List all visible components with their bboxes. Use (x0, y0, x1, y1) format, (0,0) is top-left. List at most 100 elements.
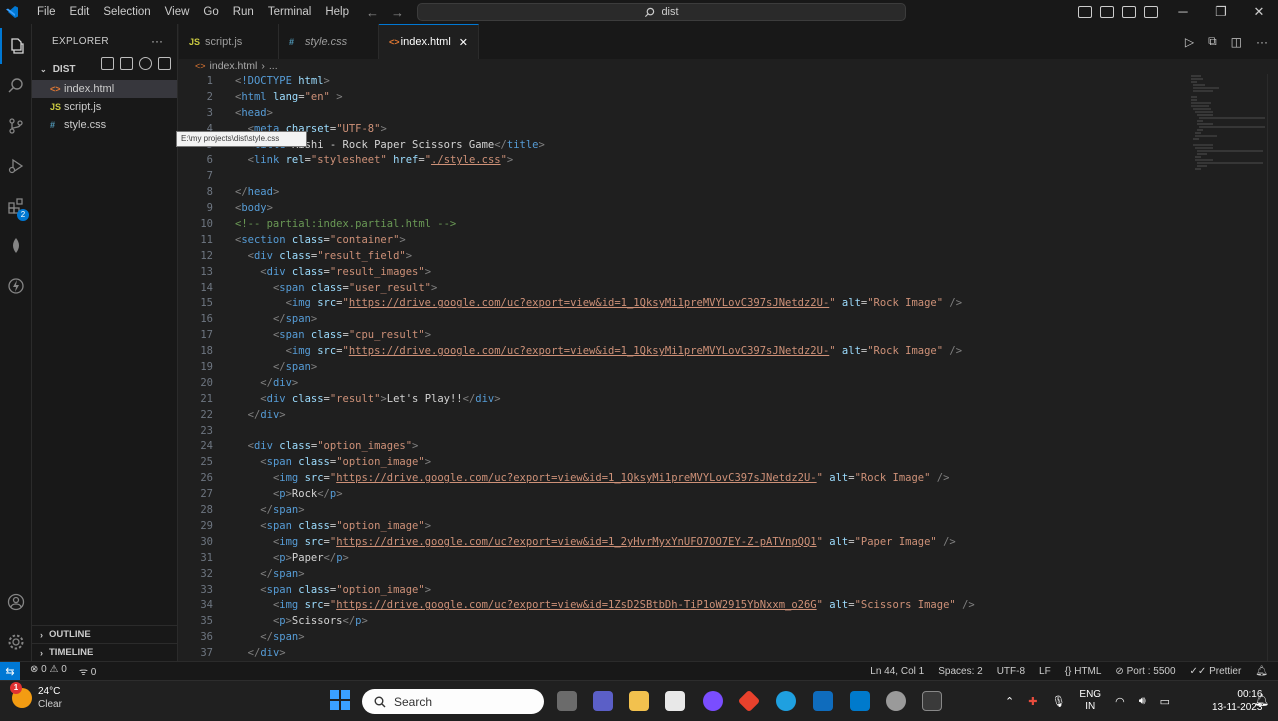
indentation[interactable]: Spaces: 2 (938, 666, 982, 677)
vscode-taskbar-icon[interactable] (850, 691, 870, 711)
code-line: 8 </head> (179, 185, 1189, 201)
tab-script-js[interactable]: JS script.js (179, 24, 279, 59)
search-icon[interactable] (0, 68, 32, 104)
line-number: 21 (200, 392, 213, 405)
toggle-panel-icon[interactable] (1100, 6, 1114, 18)
close-window-icon[interactable]: ✕ (1240, 0, 1278, 24)
customize-layout-icon[interactable] (1144, 6, 1158, 18)
close-tab-icon[interactable]: ✕ (459, 36, 468, 49)
command-center-search[interactable]: dist (417, 3, 906, 21)
new-folder-icon[interactable] (120, 57, 133, 70)
menu-item-file[interactable]: File (30, 0, 63, 24)
mongodb-leaf-icon[interactable] (0, 228, 32, 264)
taskbar-search[interactable]: Search (362, 689, 544, 714)
snipping-tool-icon[interactable] (922, 691, 942, 711)
outline-section[interactable]: › OUTLINE (32, 625, 178, 643)
new-file-icon[interactable] (101, 57, 114, 70)
window-controls: ─ ❐ ✕ (1164, 0, 1278, 24)
weather-widget[interactable]: 1 24°C Clear (10, 682, 62, 711)
restore-icon[interactable]: ❐ (1202, 0, 1240, 24)
menu-item-help[interactable]: Help (318, 0, 356, 24)
notification-bell-icon[interactable]: 🔔︎ (1254, 693, 1269, 707)
more-actions-icon[interactable]: ··· (1256, 35, 1268, 49)
explorer-icon[interactable] (0, 28, 32, 64)
forward-arrow-icon[interactable]: → (391, 5, 404, 20)
timeline-section[interactable]: › TIMELINE (32, 643, 178, 661)
menu-item-run[interactable]: Run (226, 0, 261, 24)
encoding[interactable]: UTF-8 (997, 666, 1025, 677)
code-line: 19 </span> (179, 360, 1189, 376)
collapse-all-icon[interactable] (158, 57, 171, 70)
source-control-icon[interactable] (0, 108, 32, 144)
code-line: 4 <meta charset="UTF-8"> (179, 122, 1189, 138)
more-actions-icon[interactable]: ··· (151, 34, 163, 48)
ports-count: 0 (90, 667, 97, 678)
language-mode[interactable]: {} HTML (1065, 666, 1102, 677)
code-line: 21 <div class="result">Let's Play!!</div… (179, 392, 1189, 408)
code-line: 32 </span> (179, 567, 1189, 583)
remote-indicator-icon[interactable]: ⇆ (0, 661, 20, 681)
minimap[interactable] (1189, 74, 1267, 194)
microsoft-store-icon[interactable] (665, 691, 685, 711)
tab-label: style.css (305, 35, 348, 48)
manage-gear-icon[interactable] (0, 624, 32, 660)
mail-icon[interactable] (813, 691, 833, 711)
vscode-logo-icon (2, 0, 22, 24)
menu-item-view[interactable]: View (158, 0, 197, 24)
teams-chat-icon[interactable] (593, 691, 613, 711)
code-line: 7 (179, 169, 1189, 185)
line-number: 6 (206, 154, 213, 167)
video-app-icon[interactable] (703, 691, 723, 711)
code-text: <p>Rock</p> (272, 488, 343, 501)
code-editor[interactable]: 1 <!DOCTYPE html> 2 <html lang="en" > 3 <head… (179, 74, 1189, 661)
language-indicator[interactable]: ENG IN (1079, 689, 1101, 713)
bluetooth-app-icon[interactable]: ✚ (1028, 695, 1037, 708)
cursor-position[interactable]: Ln 44, Col 1 (870, 666, 924, 677)
file-item[interactable]: # style.css (32, 116, 177, 134)
volume-icon[interactable]: 🔊︎ (1139, 695, 1146, 708)
menu-item-go[interactable]: Go (196, 0, 225, 24)
html-file-icon: <> (50, 84, 61, 94)
prettier-status[interactable]: ✓✓ Prettier (1190, 666, 1242, 677)
battery-icon[interactable]: ▭ (1160, 695, 1170, 708)
file-explorer-icon[interactable] (629, 691, 649, 711)
toggle-secondary-sidebar-icon[interactable] (1122, 6, 1136, 18)
edge-browser-icon[interactable] (776, 691, 796, 711)
wifi-icon[interactable]: ◠ (1115, 695, 1125, 708)
settings-gear-icon[interactable] (886, 691, 906, 711)
chevron-up-icon[interactable]: ⌃ (1005, 695, 1014, 708)
end-of-line[interactable]: LF (1039, 666, 1051, 677)
thunder-client-icon[interactable] (0, 268, 32, 304)
accounts-icon[interactable] (0, 584, 32, 620)
run-debug-icon[interactable] (0, 148, 32, 184)
ports-indicator[interactable]: ᯤ 0 (79, 664, 96, 678)
extensions-icon[interactable]: 2 (0, 188, 32, 224)
file-item[interactable]: JS script.js (32, 98, 177, 116)
tab-style-css[interactable]: # style.css (279, 24, 379, 59)
refresh-icon[interactable] (139, 57, 152, 70)
notifications-bell-icon[interactable]: 🔔︎ (1255, 666, 1268, 677)
breadcrumb-file[interactable]: index.html (210, 60, 258, 72)
menu-item-terminal[interactable]: Terminal (261, 0, 318, 24)
split-editor-icon[interactable]: ◫ (1231, 35, 1242, 49)
menu-item-selection[interactable]: Selection (96, 0, 157, 24)
open-preview-icon[interactable]: ⧉ (1208, 34, 1217, 49)
vertical-scrollbar[interactable] (1267, 74, 1278, 661)
back-arrow-icon[interactable]: ← (366, 5, 379, 20)
menu-item-edit[interactable]: Edit (63, 0, 97, 24)
problems-indicator[interactable]: ⊗ 0 ⚠ 0 (30, 664, 67, 678)
line-number: 2 (206, 90, 213, 103)
file-item[interactable]: <> index.html (32, 80, 177, 98)
live-server-port[interactable]: ⊘ Port : 5500 (1115, 666, 1175, 677)
tab-index-html[interactable]: <> index.html ✕ (379, 24, 479, 59)
microphone-icon[interactable]: 🎙︎ (1051, 695, 1065, 708)
toggle-primary-sidebar-icon[interactable] (1078, 6, 1092, 18)
breadcrumb-rest[interactable]: ... (269, 60, 278, 72)
code-line: 18 <img src="https://drive.google.com/uc… (179, 344, 1189, 360)
run-icon[interactable]: ▷ (1185, 35, 1194, 49)
minimize-icon[interactable]: ─ (1164, 0, 1202, 24)
code-text: <!DOCTYPE html> (235, 75, 330, 87)
task-view-icon[interactable] (557, 691, 577, 711)
windows-start-icon[interactable] (330, 690, 350, 710)
anydesk-icon[interactable] (737, 689, 761, 713)
